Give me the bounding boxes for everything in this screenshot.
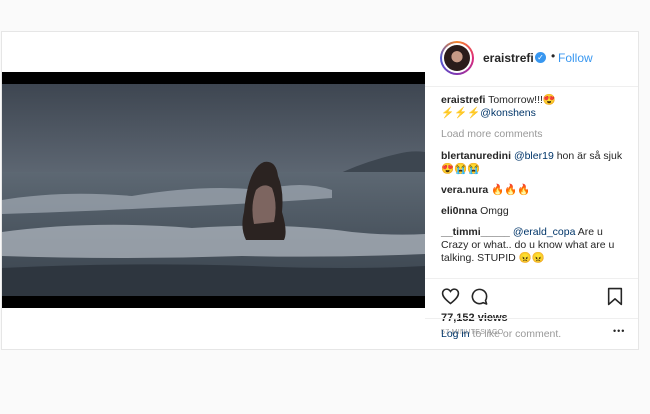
post-media [2,32,425,349]
comment-item: eli0nna Omgg [441,205,631,218]
comment-username[interactable]: __timmi_____ [441,226,510,238]
comment-list: eraistrefi Tomorrow!!!😍 ⚡⚡⚡@konshens Loa… [441,94,631,273]
more-options-icon[interactable]: ••• [613,326,625,336]
comment-username[interactable]: vera.nura [441,184,488,196]
post-header: eraistrefi ✓ • Follow [425,32,638,87]
comment-username[interactable]: eli0nna [441,205,477,217]
verified-badge-icon: ✓ [535,52,546,63]
caption-mention[interactable]: @konshens [480,107,536,119]
comment-mention[interactable]: @erald_copa [513,226,576,238]
login-rest: to like or comment. [469,328,562,340]
load-more-comments-button[interactable]: Load more comments [441,128,631,141]
video-player[interactable] [2,72,425,308]
post-sidebar: eraistrefi ✓ • Follow eraistrefi Tomorro… [425,32,638,349]
login-text: Log in to like or comment. [441,328,561,340]
comment-text: 🔥🔥🔥 [491,184,531,196]
comment-item: blertanuredini @bler19 hon är så sjuk 😍😭… [441,150,631,176]
caption-username[interactable]: eraistrefi [441,94,485,106]
login-prompt: Log in to like or comment. ••• [425,318,638,349]
avatar-image [444,45,470,71]
comment-mention[interactable]: @bler19 [514,150,554,162]
caption-text: Tomorrow!!!😍 [488,94,557,106]
heart-icon[interactable] [441,287,460,310]
comment-item: __timmi_____ @erald_copa Are u Crazy or … [441,226,631,265]
comment-item: vera.nura 🔥🔥🔥 [441,184,631,197]
separator-dot: • [551,49,556,63]
comment-username[interactable]: blertanuredini [441,150,511,162]
caption-emoji: ⚡⚡⚡ [441,107,481,119]
comment-text: Omgg [480,205,509,217]
post-username[interactable]: eraistrefi [483,51,534,65]
avatar[interactable] [440,41,474,75]
follow-button[interactable]: Follow [558,51,593,65]
caption: eraistrefi Tomorrow!!!😍 ⚡⚡⚡@konshens [441,94,631,120]
bookmark-icon[interactable] [607,287,623,311]
post-card: eraistrefi ✓ • Follow eraistrefi Tomorro… [1,31,639,350]
video-frame [2,72,425,308]
login-link[interactable]: Log in [441,328,470,340]
comment-bubble-icon[interactable] [470,287,489,311]
